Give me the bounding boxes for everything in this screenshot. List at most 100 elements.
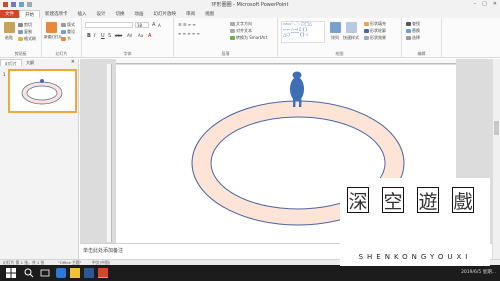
- clock[interactable]: 2019/6/5 星期...: [461, 269, 496, 275]
- select-icon: [406, 36, 411, 40]
- tab-design[interactable]: 设计: [92, 10, 111, 18]
- maximize-button[interactable]: □: [482, 1, 487, 7]
- tab-animations[interactable]: 动画: [130, 10, 149, 18]
- select-button[interactable]: 选择: [406, 35, 420, 41]
- editing-group: 查找 替换 选择 编辑: [402, 18, 442, 58]
- tab-view[interactable]: 视图: [200, 10, 219, 18]
- quick-styles-icon[interactable]: [346, 22, 357, 33]
- smartart-button[interactable]: 转换为 SmartArt: [230, 35, 267, 41]
- watermark-char-3: 遊: [417, 187, 439, 213]
- edge-icon[interactable]: [56, 268, 66, 278]
- editing-group-label: 编辑: [417, 51, 426, 56]
- smartart-icon: [230, 36, 235, 40]
- cut-button[interactable]: 剪切: [18, 22, 32, 28]
- font-group-label: 字体: [123, 51, 132, 56]
- drawing-group-label: 绘图: [335, 51, 344, 56]
- ribbon-tabs: 文件 开始 新建选项卡 插入 设计 切换 动画 幻灯片放映 审阅 视图: [0, 9, 500, 18]
- new-slide-button[interactable]: 新建幻灯片: [44, 35, 62, 40]
- bold-button[interactable]: B: [87, 33, 91, 39]
- window-title: 环形圈圈 - Microsoft PowerPoint: [211, 2, 289, 8]
- text-direction-icon: [230, 22, 235, 26]
- tab-slides[interactable]: 幻灯片: [0, 59, 22, 66]
- arrange-icon[interactable]: [330, 22, 341, 33]
- smartart-label: 转换为 SmartArt: [236, 35, 268, 40]
- tab-review[interactable]: 审阅: [181, 10, 200, 18]
- font-name-box[interactable]: [85, 22, 133, 28]
- slides-group-label: 幻灯片: [55, 51, 68, 56]
- vertical-ruler: [107, 64, 112, 242]
- font-color-button[interactable]: A: [148, 33, 151, 39]
- align-text-icon: [230, 29, 235, 33]
- window-controls: – □ ✕: [474, 1, 497, 7]
- paste-button[interactable]: 粘贴: [5, 35, 13, 41]
- shadow-button[interactable]: S: [108, 33, 111, 39]
- reset-button[interactable]: 重设: [61, 29, 75, 35]
- word-icon[interactable]: [84, 268, 94, 278]
- slide-number: 1: [3, 72, 6, 77]
- align-text-button[interactable]: 对齐文本: [230, 28, 252, 34]
- underline-button[interactable]: U: [101, 33, 105, 39]
- fill-bucket-icon: [364, 22, 369, 26]
- format-painter-button[interactable]: 格式刷: [18, 36, 36, 42]
- notes-placeholder: 单击此处添加备注: [83, 248, 124, 254]
- arrange-button[interactable]: 排列: [331, 35, 339, 41]
- shape-effects-label: 形状效果: [370, 35, 386, 40]
- search-icon[interactable]: [24, 268, 34, 278]
- font-size-box[interactable]: 18: [135, 22, 149, 28]
- find-button[interactable]: 查找: [406, 21, 420, 27]
- tab-transitions[interactable]: 切换: [111, 10, 130, 18]
- new-slide-icon[interactable]: [46, 22, 57, 33]
- layout-button[interactable]: 版式: [61, 22, 75, 28]
- vertical-scrollbar[interactable]: [492, 59, 500, 260]
- text-direction-label: 文字方向: [236, 21, 252, 26]
- shape-effects-button[interactable]: 形状效果: [364, 35, 386, 41]
- tab-slideshow[interactable]: 幻灯片放映: [149, 10, 182, 18]
- section-button[interactable]: 节: [61, 36, 71, 42]
- tab-home[interactable]: 开始: [19, 10, 40, 18]
- powerpoint-icon[interactable]: [98, 268, 108, 278]
- clipboard-group-label: 剪贴板: [14, 51, 27, 56]
- find-label: 查找: [412, 21, 420, 26]
- explorer-icon[interactable]: [70, 268, 80, 278]
- tab-new[interactable]: 新建选项卡: [40, 10, 73, 18]
- close-button[interactable]: ✕: [493, 1, 497, 7]
- copy-button[interactable]: 复制: [18, 29, 32, 35]
- align-buttons[interactable]: ≡ ≡ ≡ ≡ ≡: [178, 31, 200, 36]
- strikethrough-button[interactable]: abc: [115, 33, 122, 38]
- tab-insert[interactable]: 插入: [73, 10, 92, 18]
- shape-outline-label: 形状轮廓: [370, 28, 386, 33]
- slide-thumbnail[interactable]: [8, 69, 77, 113]
- char-spacing-button[interactable]: AV: [127, 33, 132, 38]
- slide-thumbnail-pane: 幻灯片 大纲 × 1: [0, 59, 79, 260]
- horizontal-ruler: [116, 59, 456, 64]
- shape-fill-button[interactable]: 形状填充: [364, 21, 386, 27]
- format-painter-label: 格式刷: [24, 36, 36, 41]
- quick-styles-button[interactable]: 快速样式: [343, 35, 359, 41]
- select-label: 选择: [412, 35, 420, 40]
- pane-close-icon[interactable]: ×: [71, 59, 75, 65]
- binoculars-icon: [406, 22, 411, 26]
- tab-file[interactable]: 文件: [0, 10, 19, 18]
- paste-icon[interactable]: [4, 22, 15, 33]
- scrollbar-thumb[interactable]: [494, 121, 499, 135]
- clipboard-group: 粘贴 剪切 复制 格式刷 剪贴板: [0, 18, 42, 58]
- tab-outline[interactable]: 大纲: [22, 59, 38, 66]
- replace-icon: [406, 29, 411, 33]
- text-direction-button[interactable]: 文字方向: [230, 21, 252, 27]
- shrink-font-button[interactable]: A: [158, 23, 161, 28]
- reset-icon: [61, 30, 66, 34]
- windows-taskbar: 2019/6/5 星期...: [0, 265, 500, 281]
- reset-label: 重设: [67, 29, 75, 34]
- bullets-button[interactable]: ☰ ☰ ≡ ≡: [178, 22, 196, 27]
- shapes-gallery[interactable]: ▭▭＼＼○□△ ⌐⌐☆⇨⇩{} △⬡⌒⌒{}☆: [281, 21, 325, 43]
- task-view-icon[interactable]: [40, 268, 50, 278]
- change-case-button[interactable]: Aa: [138, 33, 143, 38]
- italic-button[interactable]: I: [94, 33, 95, 39]
- align-text-label: 对齐文本: [236, 28, 252, 33]
- grow-font-button[interactable]: A: [152, 22, 155, 28]
- cut-label: 剪切: [24, 22, 32, 27]
- minimize-button[interactable]: –: [474, 1, 477, 7]
- windows-start-icon[interactable]: [6, 268, 16, 278]
- replace-button[interactable]: 替换: [406, 28, 420, 34]
- shape-outline-button[interactable]: 形状轮廓: [364, 28, 386, 34]
